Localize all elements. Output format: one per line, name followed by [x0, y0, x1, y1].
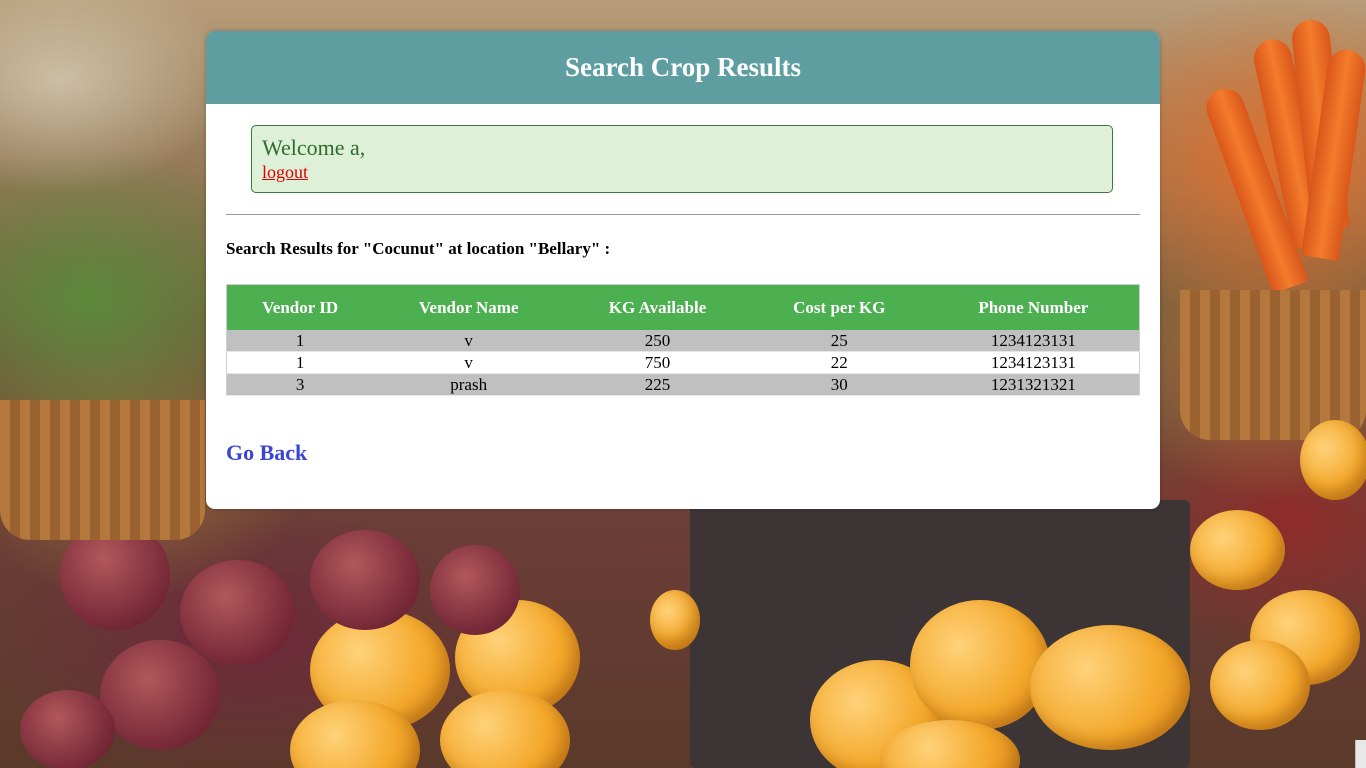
column-header-vendor-id: Vendor ID: [226, 284, 374, 330]
cell-phone-number: 1231321321: [927, 373, 1140, 396]
cell-vendor-name: v: [373, 330, 565, 352]
table-row: 3 prash 225 30 1231321321: [226, 373, 1140, 396]
results-table: Vendor ID Vendor Name KG Available Cost …: [226, 284, 1140, 396]
cell-vendor-id: 3: [226, 373, 374, 396]
cell-cost-per-kg: 22: [750, 351, 928, 374]
column-header-phone-number: Phone Number: [927, 284, 1140, 330]
cell-cost-per-kg: 25: [750, 330, 928, 352]
window-scroll-corner: [1355, 740, 1366, 768]
column-header-kg-available: KG Available: [564, 284, 751, 330]
cell-kg-available: 225: [564, 373, 751, 396]
results-card: Search Crop Results Welcome a, logout Se…: [206, 31, 1160, 509]
cell-vendor-id: 1: [226, 351, 374, 374]
welcome-box: Welcome a, logout: [251, 125, 1113, 193]
cell-cost-per-kg: 30: [750, 373, 928, 396]
divider: [226, 214, 1140, 215]
cell-phone-number: 1234123131: [927, 330, 1140, 352]
column-header-vendor-name: Vendor Name: [373, 284, 565, 330]
results-caption: Search Results for "Cocunut" at location…: [226, 239, 611, 258]
column-header-cost-per-kg: Cost per KG: [750, 284, 928, 330]
cell-phone-number: 1234123131: [927, 351, 1140, 374]
table-row: 1 v 250 25 1234123131: [226, 330, 1140, 352]
cell-vendor-name: prash: [373, 373, 565, 396]
cell-kg-available: 750: [564, 351, 751, 374]
logout-link[interactable]: logout: [262, 161, 308, 183]
cell-kg-available: 250: [564, 330, 751, 352]
page-title: Search Crop Results: [206, 31, 1160, 104]
cell-vendor-name: v: [373, 351, 565, 374]
cell-vendor-id: 1: [226, 330, 374, 352]
go-back-link[interactable]: Go Back: [226, 440, 307, 466]
welcome-message: Welcome a,: [262, 135, 366, 160]
table-header-row: Vendor ID Vendor Name KG Available Cost …: [226, 284, 1140, 330]
table-row: 1 v 750 22 1234123131: [226, 351, 1140, 374]
